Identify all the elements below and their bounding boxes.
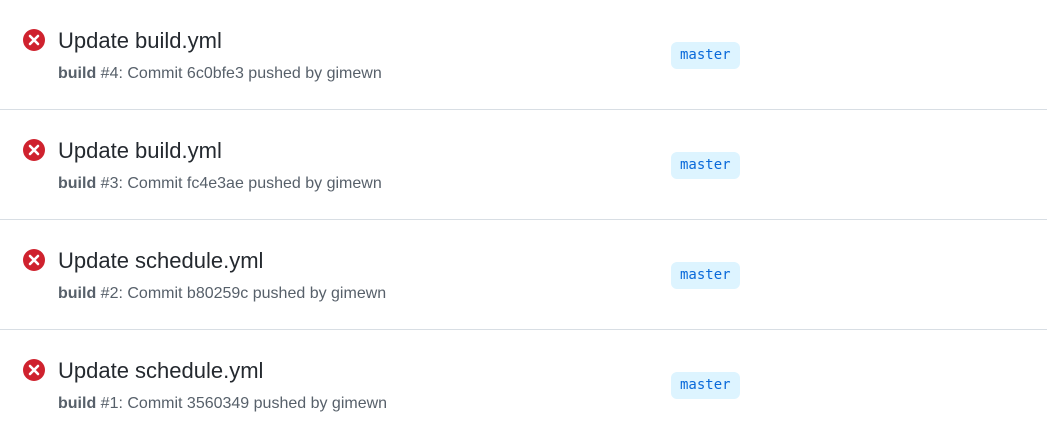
- branch-badge[interactable]: master: [671, 262, 740, 289]
- x-circle-fill-icon: [23, 249, 45, 271]
- run-meta: build #2: Commit b80259c pushed by gimew…: [58, 284, 386, 304]
- workflow-name: build: [58, 395, 97, 412]
- workflow-runs-list: Update build.yml build #4: Commit 6c0bfe…: [0, 0, 1047, 439]
- workflow-run-row[interactable]: Update schedule.yml build #2: Commit b80…: [0, 220, 1047, 330]
- branch-badge[interactable]: master: [671, 372, 740, 399]
- branch-badge[interactable]: master: [671, 42, 740, 69]
- workflow-name: build: [58, 65, 97, 82]
- workflow-name: build: [58, 285, 97, 302]
- run-meta: build #4: Commit 6c0bfe3 pushed by gimew…: [58, 64, 382, 84]
- run-number: #4:: [96, 65, 128, 82]
- run-number: #3:: [96, 175, 128, 192]
- run-detail: Commit 6c0bfe3 pushed by gimewn: [127, 65, 382, 82]
- run-detail: Commit 3560349 pushed by gimewn: [127, 395, 388, 412]
- x-circle-fill-icon: [23, 29, 45, 51]
- x-circle-fill-icon: [23, 139, 45, 161]
- run-title-link[interactable]: Update schedule.yml: [58, 247, 263, 275]
- run-title-link[interactable]: Update build.yml: [58, 27, 222, 55]
- workflow-name: build: [58, 175, 97, 192]
- workflow-run-row[interactable]: Update build.yml build #3: Commit fc4e3a…: [0, 110, 1047, 220]
- run-title-link[interactable]: Update build.yml: [58, 137, 222, 165]
- run-title-link[interactable]: Update schedule.yml: [58, 357, 263, 385]
- run-meta: build #1: Commit 3560349 pushed by gimew…: [58, 394, 387, 414]
- branch-badge[interactable]: master: [671, 152, 740, 179]
- workflow-run-row[interactable]: Update build.yml build #4: Commit 6c0bfe…: [0, 0, 1047, 110]
- run-detail: Commit b80259c pushed by gimewn: [127, 285, 387, 302]
- run-number: #1:: [96, 395, 128, 412]
- run-detail: Commit fc4e3ae pushed by gimewn: [127, 175, 382, 192]
- run-number: #2:: [96, 285, 128, 302]
- workflow-run-row[interactable]: Update schedule.yml build #1: Commit 356…: [0, 330, 1047, 440]
- x-circle-fill-icon: [23, 359, 45, 381]
- run-meta: build #3: Commit fc4e3ae pushed by gimew…: [58, 174, 382, 194]
